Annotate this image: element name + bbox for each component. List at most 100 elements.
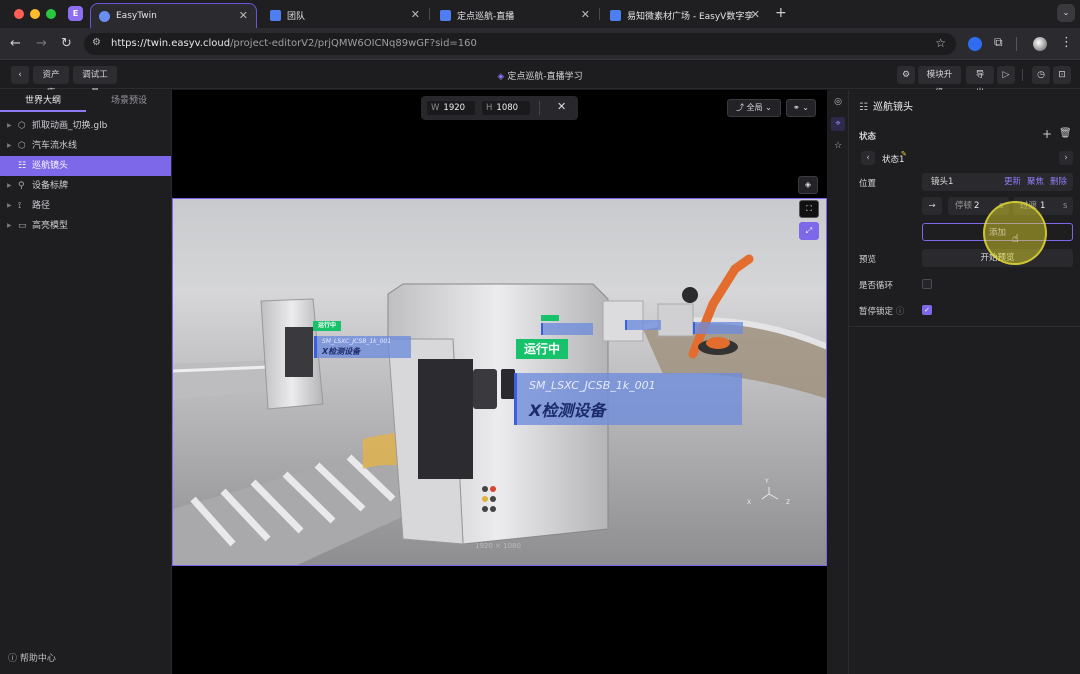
close-tab-icon[interactable]: ✕: [581, 8, 590, 21]
big-device-label[interactable]: SM_LSXC_JCSB_1k_001 X检测设备: [514, 373, 742, 425]
tree-item-label: 汽车流水线: [32, 141, 78, 151]
favorite-star-icon[interactable]: ☆: [831, 139, 845, 153]
close-tab-icon[interactable]: ✕: [751, 8, 760, 21]
tab-scene-presets[interactable]: 场景预设: [86, 90, 172, 112]
state-switcher: ‹ 状态1 ✎ ›: [859, 150, 1073, 165]
more-menu-icon[interactable]: ⋮: [1060, 35, 1073, 50]
close-tab-icon[interactable]: ✕: [411, 8, 420, 21]
tab-easytwin[interactable]: EasyTwin ✕: [90, 3, 257, 28]
tree-item-path[interactable]: ▶ ⟟ 路径: [0, 196, 171, 216]
tree-item-device-signs[interactable]: ▶ ⚲ 设备标牌: [0, 176, 171, 196]
height-input[interactable]: H 1080: [482, 101, 530, 115]
link-settings-select[interactable]: ⚭ ⌄: [786, 99, 816, 117]
puzzle-extensions-icon[interactable]: ⧉: [994, 35, 1003, 50]
url-bar[interactable]: ⚙ https://twin.easyv.cloud/project-edito…: [84, 33, 956, 55]
tree-item-cruise-camera[interactable]: ☷ 巡航镜头: [0, 156, 171, 176]
hand-cursor-icon: ☝: [1012, 232, 1019, 245]
tab-asset-square[interactable]: 易知微素材广场 - EasyV数字孪 ✕: [602, 3, 768, 28]
expand-arrow-icon[interactable]: ▶: [7, 136, 12, 156]
loop-checkbox[interactable]: [922, 279, 932, 289]
minimize-window-button[interactable]: [30, 9, 40, 19]
cruise-camera-tab-icon[interactable]: ⌖: [831, 117, 845, 131]
width-input[interactable]: W 1920: [427, 101, 475, 115]
extension-icon[interactable]: [968, 37, 982, 51]
view-mode-select[interactable]: ⤴ 全局 ⌄: [727, 99, 781, 117]
big-status-tag[interactable]: 运行中: [516, 339, 568, 359]
settings-gear-icon[interactable]: ⚙: [897, 66, 915, 84]
camera-path-icon: ☷: [18, 161, 27, 171]
resolution-divider: [539, 101, 540, 115]
pause-lock-checkbox[interactable]: ✓: [922, 305, 932, 315]
next-state-button[interactable]: ›: [1059, 151, 1073, 165]
small-device-label[interactable]: SM_LSXC_JCSB_1k_001 X检测设备: [314, 336, 411, 358]
export-button[interactable]: 导出: [966, 66, 994, 98]
tab-team[interactable]: 团队 ✕: [262, 3, 428, 28]
tab-world-outline[interactable]: 世界大纲: [0, 90, 86, 112]
axis-x-label: X: [747, 499, 752, 506]
pause-lock-text: 暂停锁定: [859, 307, 894, 317]
focus-frame-icon[interactable]: ⛶: [799, 200, 819, 218]
far-status-tag[interactable]: [541, 315, 559, 321]
fullscreen-icon[interactable]: ⤢: [799, 222, 819, 240]
expand-arrow-icon[interactable]: ▶: [7, 176, 12, 196]
focus-camera-button[interactable]: 聚焦: [1027, 173, 1044, 191]
profile-extension-icon[interactable]: E: [68, 6, 83, 21]
far-device-label-2[interactable]: [625, 320, 661, 330]
small-status-tag[interactable]: 运行中: [313, 321, 341, 331]
small-device-name: X检测设备: [322, 347, 361, 356]
reload-icon[interactable]: ↻: [61, 36, 72, 51]
site-info-icon[interactable]: ⚙: [92, 37, 101, 48]
update-camera-button[interactable]: 更新: [1004, 173, 1021, 191]
far-device-label[interactable]: [541, 323, 593, 335]
transition-value: 1: [1040, 201, 1046, 211]
left-panel-tabs: 世界大纲 场景预设: [0, 90, 172, 112]
3d-scene-canvas[interactable]: 运行中 SM_LSXC_JCSB_1k_001 X检测设备 运行中 SM_LSX…: [172, 198, 827, 566]
delete-camera-button[interactable]: 删除: [1050, 173, 1067, 191]
loop-label: 是否循环: [859, 281, 894, 291]
module-upgrade-button[interactable]: 模块升级: [918, 66, 961, 98]
maximize-window-button[interactable]: [46, 9, 56, 19]
delete-state-icon[interactable]: 🗑: [1059, 128, 1072, 139]
fullscreen-exit-icon[interactable]: ⊡: [1053, 66, 1071, 84]
profile-avatar[interactable]: [1033, 37, 1047, 51]
scene-viewport[interactable]: W 1920 H 1080 ✕ ⤴ 全局 ⌄ ⚭ ⌄ ◈ 运行中 SM_LSXC…: [172, 90, 827, 674]
close-tab-icon[interactable]: ✕: [239, 9, 248, 22]
cube-icon: ⬡: [18, 121, 26, 131]
edit-pencil-icon[interactable]: ✎: [901, 150, 907, 158]
camera-row: 镜头1 更新 聚焦 删除: [922, 173, 1073, 191]
far-device-label-3[interactable]: [693, 322, 743, 334]
expand-arrow-icon[interactable]: ▶: [7, 116, 12, 136]
close-resolution-icon[interactable]: ✕: [557, 100, 566, 113]
new-tab-button[interactable]: +: [775, 5, 787, 21]
back-arrow-icon[interactable]: ←: [10, 36, 21, 51]
prev-state-button[interactable]: ‹: [861, 151, 875, 165]
play-icon[interactable]: ▷: [997, 66, 1015, 84]
resolution-watermark: 1920 × 1080: [475, 542, 521, 550]
close-window-button[interactable]: [14, 9, 24, 19]
expand-arrow-icon[interactable]: ▶: [7, 216, 12, 236]
path-icon: ⟟: [18, 201, 22, 211]
camera-name[interactable]: 镜头1: [931, 173, 953, 191]
tree-item-label: 抓取动画_切换.glb: [32, 121, 108, 131]
globe-icon[interactable]: ◎: [831, 95, 845, 109]
forward-arrow-icon[interactable]: →: [36, 36, 47, 51]
history-clock-icon[interactable]: ◷: [1032, 66, 1050, 84]
transition-unit: s: [1063, 201, 1068, 211]
axis-z-label: Z: [786, 499, 791, 506]
expand-arrow-icon[interactable]: ▶: [7, 196, 12, 216]
tab-search-button[interactable]: ⌄: [1057, 4, 1075, 22]
add-state-icon[interactable]: +: [1042, 127, 1052, 141]
bookmark-star-icon[interactable]: ☆: [935, 36, 946, 50]
tree-item-highlight-models[interactable]: ▶ ▭ 高亮模型: [0, 216, 171, 236]
toolbar-divider: [1016, 37, 1017, 51]
tab-title: 团队: [287, 12, 306, 22]
panel-title: ☷ 巡航镜头: [859, 98, 913, 113]
info-circle-icon[interactable]: ⓘ: [896, 307, 905, 317]
easyv-favicon-icon: [270, 10, 281, 21]
tree-item-car-assembly-line[interactable]: ▶ ⬡ 汽车流水线: [0, 136, 171, 156]
layers-icon[interactable]: ◈: [798, 176, 818, 194]
tab-title: 易知微素材广场 - EasyV数字孪: [627, 12, 754, 22]
tree-item-grab-animation[interactable]: ▶ ⬡ 抓取动画_切换.glb: [0, 116, 171, 136]
help-center-link[interactable]: ⓘ 帮助中心: [8, 651, 56, 664]
tab-patrol-live[interactable]: 定点巡航-直播 ✕: [432, 3, 598, 28]
